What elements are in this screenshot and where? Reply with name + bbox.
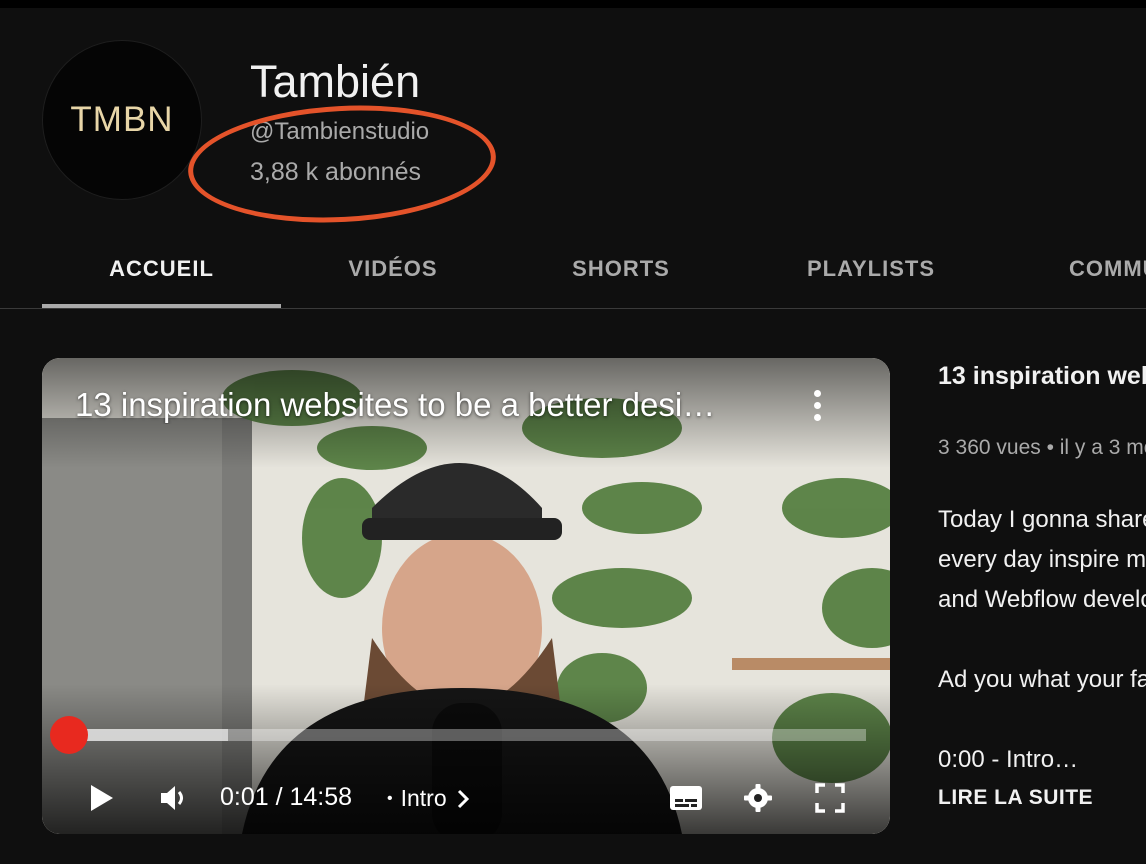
tab-shorts[interactable]: SHORTS <box>540 230 702 308</box>
progress-scrubber[interactable] <box>49 716 88 754</box>
read-more-button[interactable]: LIRE LA SUITE <box>938 786 1093 810</box>
progress-buffered <box>68 729 228 741</box>
volume-icon[interactable] <box>154 773 194 823</box>
description-line: every day inspire me as a designer <box>938 546 1146 573</box>
channel-page: TMBN También @Tambienstudio 3,88 k abonn… <box>0 0 1146 864</box>
time-display: 0:01 / 14:58 <box>220 783 353 811</box>
top-bar <box>0 0 1146 8</box>
tab-accueil[interactable]: ACCUEIL <box>42 230 281 308</box>
tab-playlists[interactable]: PLAYLISTS <box>772 230 970 308</box>
description-title[interactable]: 13 inspiration websites to be a better d… <box>938 362 1146 391</box>
play-icon[interactable] <box>82 773 122 823</box>
chapter-button[interactable]: • Intro <box>387 785 471 812</box>
tab-videos[interactable]: VIDÉOS <box>300 230 486 308</box>
channel-tabs: ACCUEIL VIDÉOS SHORTS PLAYLISTS COMMUNAU… <box>0 230 1146 310</box>
channel-avatar[interactable]: TMBN <box>42 40 202 200</box>
video-title[interactable]: 13 inspiration websites to be a better d… <box>75 386 775 424</box>
tabs-divider <box>0 308 1146 309</box>
subscriber-count: 3,88 k abonnés <box>250 158 421 186</box>
progress-bar[interactable] <box>49 716 866 754</box>
more-vert-icon[interactable] <box>802 382 832 428</box>
subtitles-icon[interactable] <box>666 773 706 823</box>
fullscreen-icon[interactable] <box>810 773 850 823</box>
channel-logo: TMBN <box>70 100 174 139</box>
description-line: Ad you what your favourite <box>938 666 1146 693</box>
description-line: 0:00 - Intro… <box>938 746 1079 773</box>
description-line: and Webflow developer. <box>938 586 1146 613</box>
description-meta: 3 360 vues • il y a 3 mois <box>938 436 1146 459</box>
separator-dot: • <box>387 789 393 807</box>
settings-icon[interactable] <box>738 773 778 823</box>
video-player[interactable]: 13 inspiration websites to be a better d… <box>42 358 890 834</box>
chapter-title: Intro <box>400 785 447 811</box>
tab-community[interactable]: COMMUNAUTÉ <box>1069 230 1146 308</box>
channel-name: También <box>250 56 421 107</box>
player-controls: 0:01 / 14:58 • Intro <box>42 773 890 823</box>
chevron-right-icon <box>457 789 469 808</box>
channel-handle: @Tambienstudio <box>250 118 430 145</box>
description-line: Today I gonna share the websites that <box>938 506 1146 533</box>
